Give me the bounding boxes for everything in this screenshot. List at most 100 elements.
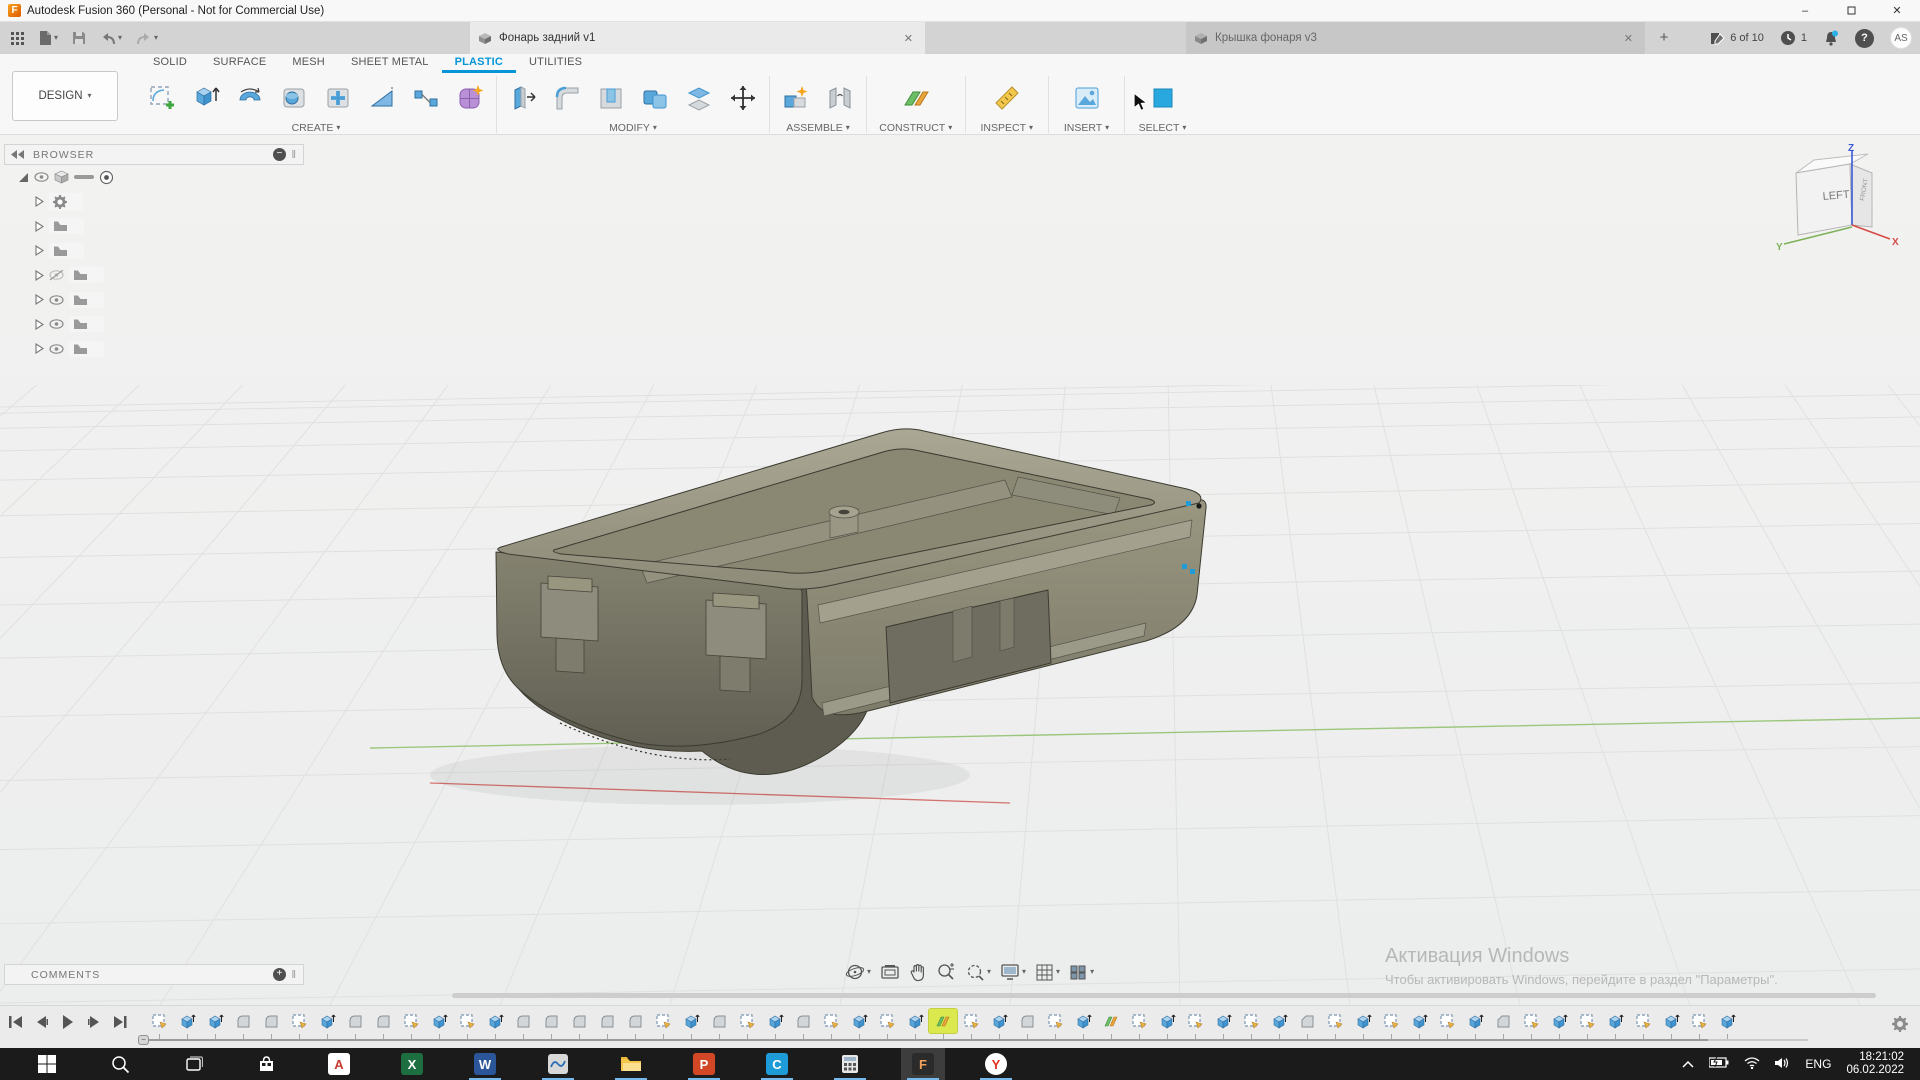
timeline-feature-extrude[interactable] <box>1069 1009 1097 1033</box>
timeline-feature-fillet[interactable] <box>1013 1009 1041 1033</box>
ribbon-tab-sheet-metal[interactable]: SHEET METAL <box>338 54 442 73</box>
press-pull-button[interactable] <box>501 76 545 120</box>
timeline-feature-extrude[interactable] <box>677 1009 705 1033</box>
maximize-button[interactable] <box>1828 0 1874 22</box>
timeline-feature-extrude[interactable] <box>1405 1009 1433 1033</box>
visibility-eye-off-icon[interactable] <box>49 269 64 281</box>
timeline-feature-fillet[interactable] <box>369 1009 397 1033</box>
combine-button[interactable] <box>633 76 677 120</box>
panel-grip[interactable]: ‖ <box>291 149 297 161</box>
browser-item-chip[interactable] <box>69 291 104 308</box>
timeline-feature-fillet[interactable] <box>257 1009 285 1033</box>
zoom-button[interactable] <box>936 962 956 982</box>
app-grid-menu-button[interactable] <box>10 31 25 46</box>
split-body-button[interactable] <box>677 76 721 120</box>
timeline-feature-fillet[interactable] <box>705 1009 733 1033</box>
timeline-feature-chamfer[interactable] <box>1489 1009 1517 1033</box>
timeline-feature-sketch[interactable] <box>1377 1009 1405 1033</box>
create-sketch-button[interactable] <box>140 76 184 120</box>
timeline-feature-extrude[interactable] <box>1209 1009 1237 1033</box>
ribbon-group-label-construct[interactable]: CONSTRUCT ▾ <box>871 121 961 135</box>
browser-item-chip[interactable] <box>69 340 104 357</box>
ribbon-group-label-create[interactable]: CREATE ▾ <box>140 121 492 135</box>
ribbon-tab-mesh[interactable]: MESH <box>279 54 338 73</box>
timeline-feature-sketch[interactable] <box>1237 1009 1265 1033</box>
timeline-feature-sketch[interactable] <box>817 1009 845 1033</box>
timeline-feature-sketch[interactable] <box>1041 1009 1069 1033</box>
orbit-button[interactable]: ▾ <box>845 962 871 982</box>
timeline-feature-sketch[interactable] <box>1573 1009 1601 1033</box>
close-button[interactable]: ✕ <box>1874 0 1920 22</box>
timeline-step-back-button[interactable] <box>32 1012 52 1032</box>
panel-grip[interactable]: ‖ <box>291 969 297 981</box>
timeline-feature-extrude[interactable] <box>1349 1009 1377 1033</box>
timeline-feature-sketch[interactable] <box>1517 1009 1545 1033</box>
browser-item-chip[interactable] <box>49 218 84 235</box>
browser-item-chip[interactable] <box>49 242 84 259</box>
browser-item-construction[interactable] <box>4 337 304 362</box>
timeline-step-forward-button[interactable] <box>84 1012 104 1032</box>
browser-item-named-views[interactable] <box>4 214 304 239</box>
new-component-button[interactable] <box>774 76 818 120</box>
draft-button[interactable] <box>360 76 404 120</box>
taskbar-app-kompas[interactable] <box>536 1048 580 1080</box>
ribbon-tab-plastic[interactable]: PLASTIC <box>441 54 517 73</box>
expand-arrow-icon[interactable] <box>34 220 44 232</box>
pan-button[interactable] <box>909 963 927 982</box>
undo-button[interactable]: ▾ <box>100 32 122 45</box>
battery-icon[interactable] <box>1708 1056 1729 1071</box>
ribbon-group-label-modify[interactable]: MODIFY ▾ <box>501 121 765 135</box>
timeline-feature-plane-current[interactable] <box>929 1009 957 1033</box>
look-at-button[interactable] <box>880 964 900 980</box>
ribbon-group-label-insert[interactable]: INSERT ▾ <box>1053 121 1120 135</box>
timeline-feature-fillet[interactable] <box>565 1009 593 1033</box>
taskbar-app-excel[interactable]: X <box>390 1048 434 1080</box>
timeline-feature-fillet[interactable] <box>593 1009 621 1033</box>
timeline-feature-extrude[interactable] <box>1461 1009 1489 1033</box>
timeline-feature-extrude[interactable] <box>1601 1009 1629 1033</box>
timeline-skip-end-button[interactable] <box>110 1012 130 1032</box>
timeline-feature-extrude[interactable] <box>985 1009 1013 1033</box>
save-button[interactable] <box>72 31 86 45</box>
timeline-feature-sketch[interactable] <box>145 1009 173 1033</box>
timeline-feature-extrude[interactable] <box>901 1009 929 1033</box>
timeline-track-suppressed[interactable] <box>1708 1039 1808 1041</box>
timeline-feature-fillet[interactable] <box>229 1009 257 1033</box>
timeline-feature-fillet[interactable] <box>341 1009 369 1033</box>
workspace-switcher-design[interactable]: DESIGN ▾ <box>12 71 118 121</box>
file-menu-button[interactable]: ▾ <box>39 30 58 46</box>
timeline-feature-sketch[interactable] <box>1125 1009 1153 1033</box>
browser-item-sketches[interactable] <box>4 312 304 337</box>
taskbar-app-yandex[interactable]: Y <box>974 1048 1018 1080</box>
taskbar-app-store[interactable] <box>244 1048 288 1080</box>
browser-item-origin[interactable] <box>4 263 304 288</box>
revolve-button[interactable] <box>228 76 272 120</box>
view-cube[interactable]: LEFT FRONT Z X Y <box>1774 143 1914 258</box>
visibility-eye-icon[interactable] <box>49 294 64 305</box>
tray-chevron-icon[interactable] <box>1682 1057 1694 1071</box>
browser-root-label[interactable] <box>74 175 94 180</box>
doc-tab-close-icon[interactable]: ✕ <box>1620 32 1637 45</box>
browser-item-chip[interactable] <box>69 267 104 284</box>
timeline-feature-extrude[interactable] <box>313 1009 341 1033</box>
browser-item-chip[interactable] <box>69 316 104 333</box>
expand-arrow-icon[interactable] <box>34 294 44 306</box>
ribbon-group-label-assemble[interactable]: ASSEMBLE ▾ <box>774 121 862 135</box>
notifications-button[interactable]: 1 <box>1780 30 1807 47</box>
visibility-eye-icon[interactable] <box>34 172 49 183</box>
taskbar-app-c-app[interactable]: C <box>755 1048 799 1080</box>
collapse-panel-icon[interactable] <box>11 150 25 159</box>
timeline-skip-start-button[interactable] <box>6 1012 26 1032</box>
display-settings-button[interactable]: ▾ <box>1000 963 1026 981</box>
taskbar-app-calculator[interactable] <box>828 1048 872 1080</box>
construction-plane-button[interactable] <box>894 76 938 120</box>
timeline-feature-extrude[interactable] <box>425 1009 453 1033</box>
fillet-button[interactable] <box>545 76 589 120</box>
ribbon-group-label-inspect[interactable]: INSPECT ▾ <box>970 121 1045 135</box>
measure-button[interactable] <box>985 76 1029 120</box>
user-avatar[interactable]: AS <box>1890 27 1912 49</box>
viewport-canvas[interactable]: LEFT FRONT Z X Y BROWSER − ‖ COMMENTS + ‖ … <box>0 135 1920 1005</box>
timeline-scrollbar[interactable] <box>452 993 1876 998</box>
timeline-track[interactable] <box>148 1039 1708 1041</box>
create-form-button[interactable] <box>448 76 492 120</box>
